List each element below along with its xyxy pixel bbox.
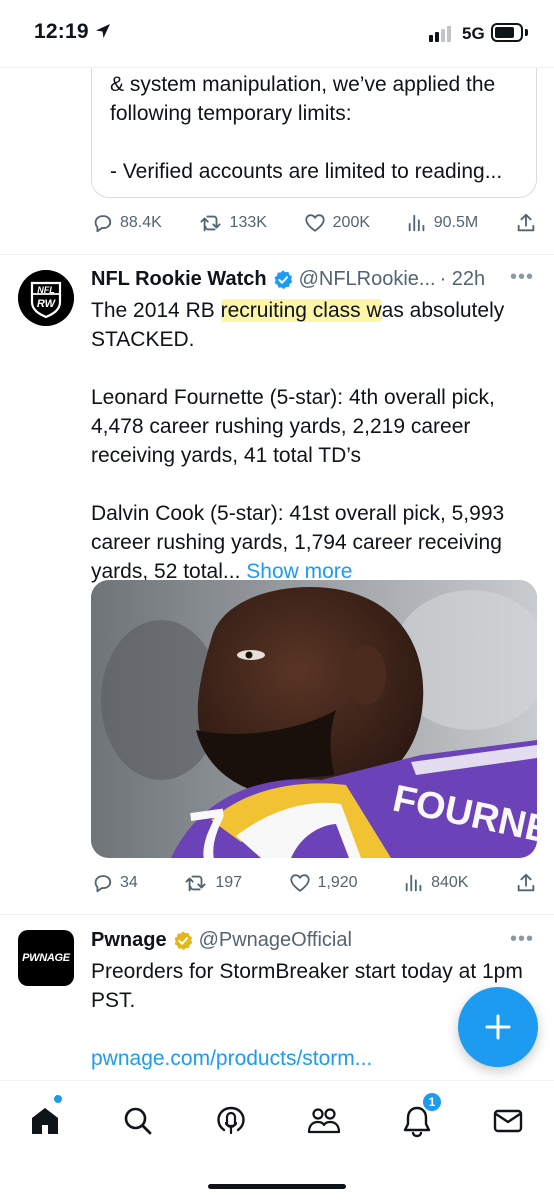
player-photo: 7 FOURNE [91, 580, 537, 858]
retweet-count: 197 [215, 874, 243, 891]
network-type: 5G [462, 24, 485, 43]
tweet-header: NFL Rookie Watch @NFLRookie... · 22h [91, 268, 485, 291]
spaces-icon[interactable] [213, 1103, 249, 1139]
compose-tweet-button[interactable] [458, 987, 538, 1067]
tweet-divider [0, 254, 554, 255]
more-options-icon[interactable]: ••• [510, 928, 534, 951]
reply-icon [94, 215, 112, 233]
avatar-logo-text: RW [36, 298, 56, 310]
bottom-navigation: 1 [0, 1080, 554, 1200]
view-count: 90.5M [433, 214, 479, 231]
retweet-button[interactable]: 197 [184, 872, 242, 894]
share-icon [517, 213, 535, 232]
reply-count: 34 [120, 874, 138, 891]
like-button[interactable]: 200K [304, 212, 370, 234]
signal-strength-icon [429, 26, 451, 42]
home-icon[interactable] [27, 1103, 63, 1139]
highlighted-text: recruiting class w [220, 299, 382, 322]
views-button[interactable]: 90.5M [407, 212, 478, 234]
status-bar: 12:19 5G [0, 0, 554, 68]
retweet-icon [200, 215, 221, 232]
like-count: 1,920 [317, 874, 358, 891]
avatar-logo-text: NFL [37, 285, 55, 295]
communities-icon[interactable] [306, 1103, 342, 1139]
user-handle[interactable]: @NFLRookie... [299, 268, 436, 291]
display-name[interactable]: NFL Rookie Watch [91, 268, 267, 291]
user-handle[interactable]: @PwnageOfficial [199, 929, 352, 952]
verified-badge-icon [274, 269, 292, 289]
tweet-actions: 34 197 1,920 840K [91, 868, 537, 898]
battery-icon [491, 23, 523, 42]
tweet-header: Pwnage @PwnageOfficial [91, 929, 352, 952]
display-name[interactable]: Pwnage [91, 929, 167, 952]
quote-line: following temporary limits: [110, 102, 352, 125]
like-button[interactable]: 1,920 [289, 872, 358, 894]
analytics-icon [408, 214, 425, 232]
location-arrow-icon [96, 24, 110, 38]
search-icon[interactable] [120, 1103, 156, 1139]
quote-line: - Verified accounts are limited to readi… [110, 160, 503, 183]
reply-count: 88.4K [120, 214, 162, 231]
pwnage-logo-text: PWNAGE [22, 952, 70, 964]
home-indicator [208, 1184, 346, 1189]
tweet-divider [0, 914, 554, 915]
quote-line: & system manipulation, we’ve applied the [110, 73, 496, 96]
share-button[interactable] [515, 212, 537, 234]
analytics-icon [405, 874, 422, 892]
retweet-count: 133K [229, 214, 267, 231]
home-unread-dot [54, 1095, 62, 1103]
view-count: 840K [431, 874, 469, 891]
reply-button[interactable]: 34 [91, 872, 138, 894]
status-time: 12:19 [34, 20, 89, 43]
like-count: 200K [332, 214, 371, 231]
share-button[interactable] [515, 872, 537, 894]
tweet-timestamp[interactable]: · 22h [440, 268, 486, 291]
verified-business-badge-icon [174, 930, 192, 950]
views-button[interactable]: 840K [404, 872, 468, 894]
notification-count-badge: 1 [421, 1091, 443, 1113]
plus-icon [485, 1014, 511, 1040]
tweet-paragraph: Leonard Fournette (5-star): 4th overall … [91, 386, 495, 467]
tweet-actions: 88.4K 133K 200K 90.5M [91, 208, 537, 238]
heart-icon [289, 874, 310, 892]
retweet-icon [185, 875, 206, 892]
avatar[interactable]: NFL RW [18, 270, 74, 326]
heart-icon [305, 214, 325, 232]
reply-button[interactable]: 88.4K [91, 212, 162, 234]
reply-icon [94, 875, 112, 893]
messages-icon[interactable] [490, 1103, 526, 1139]
avatar[interactable]: PWNAGE [18, 930, 74, 986]
tweet-text: The 2014 RB recruiting class was absolut… [91, 296, 531, 586]
more-options-icon[interactable]: ••• [510, 266, 534, 289]
tweet-image[interactable]: 7 FOURNE [91, 580, 537, 858]
share-icon [517, 873, 535, 892]
retweet-button[interactable]: 133K [199, 212, 267, 234]
